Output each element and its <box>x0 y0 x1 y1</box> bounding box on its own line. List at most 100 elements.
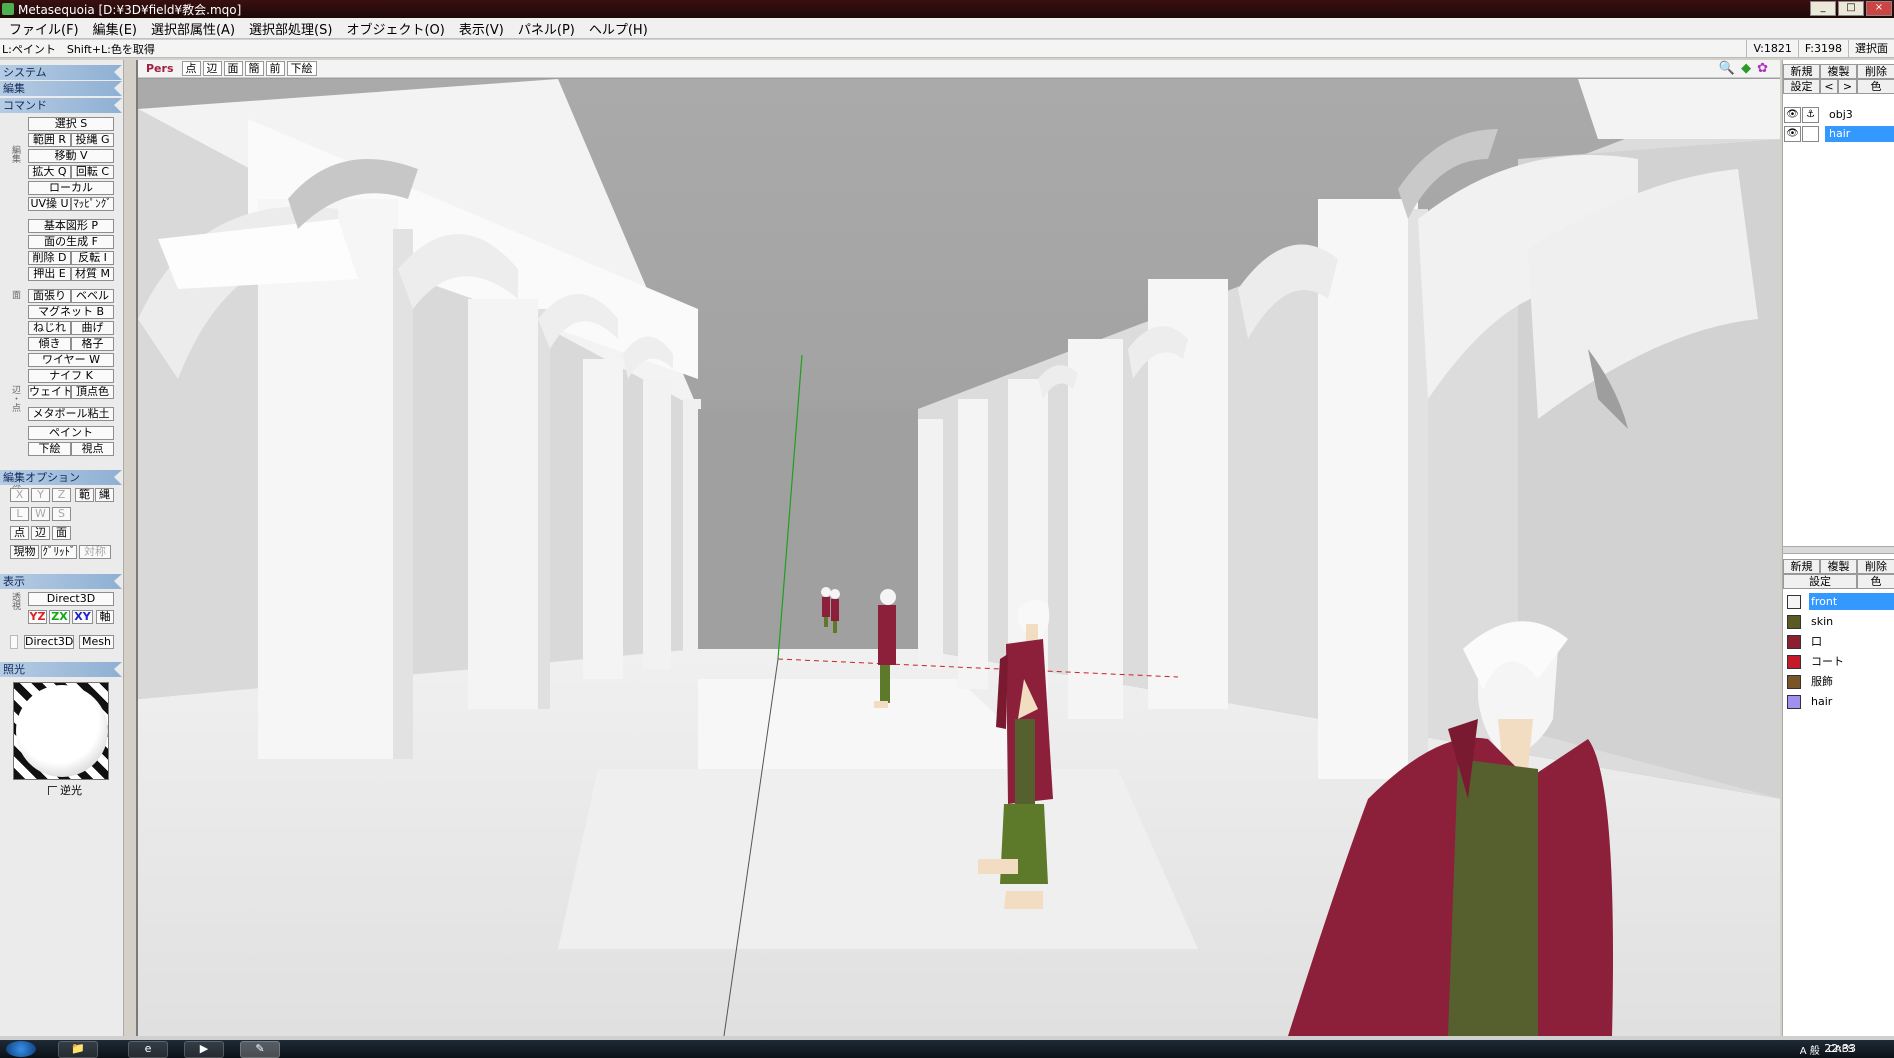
material-color-button[interactable]: 色 <box>1857 574 1894 589</box>
section-system[interactable]: システム <box>0 65 122 80</box>
menu-panel[interactable]: パネル(P) <box>511 19 582 38</box>
lock-icon[interactable] <box>1802 125 1819 142</box>
menu-edit[interactable]: 編集(E) <box>86 19 144 38</box>
axis-y-toggle[interactable]: Y <box>31 488 50 502</box>
material-row-accessory[interactable]: 服飾 <box>1783 672 1894 691</box>
delete-button[interactable]: 削除 D <box>28 251 71 265</box>
vertex-color-button[interactable]: 頂点色 <box>71 385 114 399</box>
magnet-button[interactable]: マグネット B <box>28 305 114 319</box>
object-row-hair[interactable]: 👁 hair <box>1783 124 1894 143</box>
axis-z-toggle[interactable]: Z <box>52 488 71 502</box>
menu-view[interactable]: 表示(V) <box>452 19 511 38</box>
maximize-button[interactable]: □ <box>1838 1 1864 16</box>
menu-file[interactable]: ファイル(F) <box>2 19 86 38</box>
tilt-button[interactable]: 傾き <box>28 337 71 351</box>
menu-object[interactable]: オブジェクト(O) <box>339 19 451 38</box>
projection-mode[interactable]: Pers <box>138 62 180 75</box>
light-direction-sphere[interactable] <box>13 682 109 780</box>
view-xy-button[interactable]: XY <box>72 610 93 624</box>
view-yz-button[interactable]: YZ <box>28 610 47 624</box>
mapping-button[interactable]: ﾏｯﾋﾟﾝｸﾞ <box>71 197 114 211</box>
object-duplicate-button[interactable]: 複製 <box>1820 64 1857 79</box>
underlay-button[interactable]: 下絵 <box>28 442 71 456</box>
scale-button[interactable]: 拡大 Q <box>28 165 71 179</box>
object-row-obj3[interactable]: 👁 ⚓ obj3 <box>1783 105 1894 124</box>
material-duplicate-button[interactable]: 複製 <box>1820 559 1857 574</box>
axis-display-button[interactable]: 軸 <box>96 610 114 624</box>
lattice-button[interactable]: 格子 <box>71 337 114 351</box>
primitive-button[interactable]: 基本図形 P <box>28 219 114 233</box>
folder-icon[interactable]: 📁 <box>58 1041 98 1058</box>
current-object-toggle[interactable]: 現物 <box>10 545 39 559</box>
lasso-button[interactable]: 投縄 G <box>71 133 114 147</box>
axis-x-toggle[interactable]: X <box>10 488 29 502</box>
clock[interactable]: 22:33 <box>1824 1040 1856 1058</box>
close-button[interactable]: × <box>1866 1 1892 16</box>
lasso-option-toggle[interactable]: 縄 <box>95 488 114 502</box>
visibility-eye-icon[interactable]: 👁 <box>1784 106 1801 123</box>
ie-icon[interactable]: e <box>128 1041 168 1058</box>
wire-button[interactable]: ワイヤー W <box>28 353 114 367</box>
object-color-button[interactable]: 色 <box>1857 79 1894 94</box>
range-option-toggle[interactable]: 範 <box>75 488 94 502</box>
move-button[interactable]: 移動 V <box>28 149 114 163</box>
metaball-button[interactable]: メタボール粘土 <box>28 407 114 421</box>
metasequoia-icon[interactable]: ✎ <box>240 1041 280 1058</box>
section-light[interactable]: 照光 <box>0 662 122 677</box>
section-command[interactable]: コマンド <box>0 98 122 113</box>
renderer2-button[interactable]: Direct3D <box>24 635 74 649</box>
menu-help[interactable]: ヘルプ(H) <box>582 19 655 38</box>
object-next-button[interactable]: > <box>1838 79 1857 94</box>
section-edit[interactable]: 編集 <box>0 81 122 96</box>
create-face-button[interactable]: 面の生成 F <box>28 235 114 249</box>
edge-select-toggle[interactable]: 辺 <box>31 526 50 540</box>
material-settings-button[interactable]: 設定 <box>1783 574 1857 589</box>
twist-button[interactable]: ねじれ <box>28 321 71 335</box>
viewpoint-button[interactable]: 視点 <box>71 442 114 456</box>
view-zx-button[interactable]: ZX <box>49 610 70 624</box>
section-edit-options[interactable]: 編集オプション <box>0 470 122 485</box>
move-icon[interactable]: ◆ <box>1741 61 1751 76</box>
menu-selection-attr[interactable]: 選択部属性(A) <box>144 19 242 38</box>
knife-button[interactable]: ナイフ K <box>28 369 114 383</box>
simple-display-button[interactable]: 簡 <box>244 61 264 76</box>
point-select-toggle[interactable]: 点 <box>10 526 29 540</box>
object-new-button[interactable]: 新規 <box>1783 64 1820 79</box>
front-view-button[interactable]: 前 <box>265 61 285 76</box>
extrude-button[interactable]: 押出 E <box>28 267 71 281</box>
backlight-checkbox[interactable]: 逆光 <box>48 782 82 798</box>
zoom-icon[interactable]: 🔍 <box>1719 61 1735 76</box>
bend-button[interactable]: 曲げ <box>71 321 114 335</box>
bevel-button[interactable]: ベベル <box>71 289 114 303</box>
flip-button[interactable]: 反転 I <box>71 251 114 265</box>
start-button[interactable] <box>6 1041 36 1057</box>
display-toggle-icon[interactable] <box>10 635 18 649</box>
material-row-coat[interactable]: コート <box>1783 652 1894 671</box>
section-display[interactable]: 表示 <box>0 574 122 589</box>
material-row-front[interactable]: front <box>1783 592 1894 611</box>
material-row-mouth[interactable]: 口 <box>1783 632 1894 651</box>
material-row-skin[interactable]: skin <box>1783 612 1894 631</box>
mesh-button[interactable]: Mesh <box>79 635 114 649</box>
symmetry-toggle[interactable]: 対称 <box>79 545 111 559</box>
show-edges-button[interactable]: 辺 <box>202 61 222 76</box>
3d-viewport[interactable]: Pers 点 辺 面 簡 前 下絵 🔍 ◆ ✿ <box>136 60 1780 1036</box>
ime-indicator[interactable]: A 般 <box>1800 1042 1820 1057</box>
world-option-toggle[interactable]: W <box>31 507 50 521</box>
local-option-toggle[interactable]: L <box>10 507 29 521</box>
weight-button[interactable]: ウェイト <box>28 385 71 399</box>
select-button[interactable]: 選択 S <box>28 117 114 131</box>
bridge-button[interactable]: 面張り <box>28 289 71 303</box>
rotate-button[interactable]: 回転 C <box>71 165 114 179</box>
object-delete-button[interactable]: 削除 <box>1857 64 1894 79</box>
screen-option-toggle[interactable]: S <box>52 507 71 521</box>
panel-splitter[interactable] <box>1783 546 1894 554</box>
material-button[interactable]: 材質 M <box>71 267 114 281</box>
menu-selection-process[interactable]: 選択部処理(S) <box>242 19 339 38</box>
lock-icon[interactable]: ⚓ <box>1802 106 1819 123</box>
minimize-button[interactable]: _ <box>1810 1 1836 16</box>
range-button[interactable]: 範囲 R <box>28 133 71 147</box>
show-faces-button[interactable]: 面 <box>223 61 243 76</box>
uv-button[interactable]: UV操 U <box>28 197 71 211</box>
material-new-button[interactable]: 新規 <box>1783 559 1820 574</box>
